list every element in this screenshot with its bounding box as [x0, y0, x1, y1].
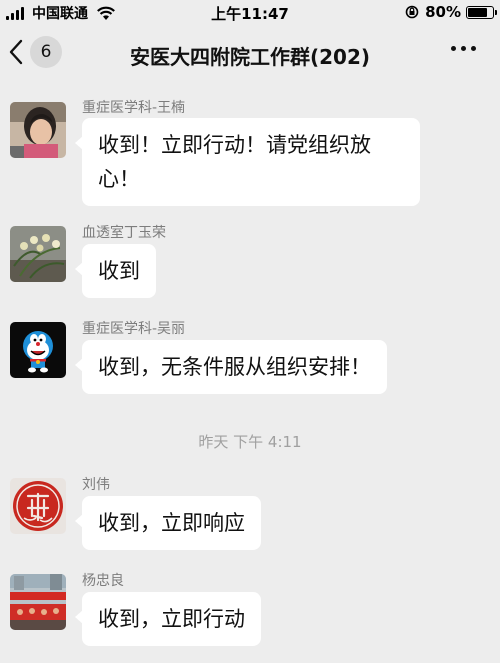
- message-bubble[interactable]: 收到，立即响应: [75, 496, 261, 550]
- status-right: 80%: [405, 3, 497, 21]
- message-bubble[interactable]: 收到: [75, 244, 156, 298]
- red-banner-photo-icon: [10, 574, 66, 630]
- red-calligraphy-seal-icon: [10, 478, 66, 534]
- battery-percent: 80%: [425, 3, 461, 21]
- chat-header: 6 安医大四附院工作群(202): [0, 24, 500, 84]
- more-dot-icon: [451, 46, 456, 51]
- sender-name: 杨忠良: [82, 573, 124, 589]
- avatar[interactable]: [10, 574, 66, 630]
- message-text-line: 心！: [98, 167, 140, 191]
- sender-name: 重症医学科-吴丽: [82, 321, 186, 337]
- message-bubble[interactable]: 收到，无条件服从组织安排！: [75, 340, 387, 394]
- rotation-lock-icon: [405, 5, 419, 19]
- more-options-button[interactable]: [446, 46, 476, 51]
- message-bubble[interactable]: 收到！立即行动！请党组织放 心！: [75, 118, 420, 206]
- message-text: 收到，立即行动: [98, 607, 245, 631]
- avatar[interactable]: [10, 102, 66, 158]
- doraemon-image-icon: [10, 322, 66, 378]
- chat-title: 安医大四附院工作群(202): [129, 45, 371, 69]
- message-text: 收到，立即响应: [98, 511, 245, 535]
- message-bubble[interactable]: 收到，立即行动: [75, 592, 261, 646]
- sender-name: 刘伟: [82, 477, 110, 493]
- sender-name: 重症医学科-王楠: [82, 100, 186, 116]
- message-text: 收到，无条件服从组织安排！: [98, 355, 371, 379]
- battery-fill: [468, 7, 488, 17]
- chat-timestamp: 昨天 下午 4:11: [198, 433, 302, 451]
- sender-name: 血透室丁玉荣: [82, 225, 166, 241]
- more-dot-icon: [461, 46, 466, 51]
- girl-photo-icon: [10, 102, 66, 158]
- more-dot-icon: [471, 46, 476, 51]
- avatar[interactable]: [10, 478, 66, 534]
- message-text: 收到: [98, 259, 140, 283]
- avatar[interactable]: [10, 322, 66, 378]
- avatar[interactable]: [10, 226, 66, 282]
- orchid-photo-icon: [10, 226, 66, 282]
- message-text-line: 收到！立即行动！请党组织放: [98, 133, 371, 157]
- status-bar: 中国联通 上午11:47 80%: [0, 0, 500, 24]
- battery-icon: [466, 5, 497, 19]
